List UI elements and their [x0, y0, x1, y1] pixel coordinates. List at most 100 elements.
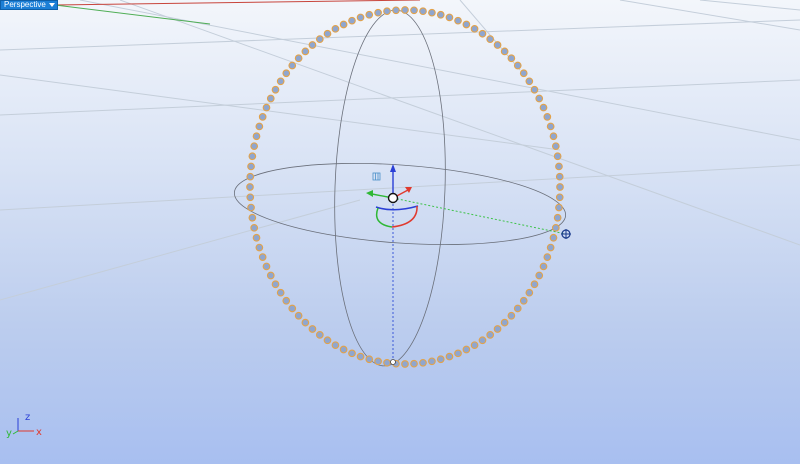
bead-sphere[interactable]	[308, 325, 317, 333]
bead-sphere[interactable]	[276, 288, 285, 297]
bead-sphere[interactable]	[315, 331, 324, 339]
bead-sphere[interactable]	[486, 35, 495, 43]
bead-sphere[interactable]	[525, 77, 534, 86]
bead-sphere[interactable]	[383, 358, 391, 367]
bead-sphere[interactable]	[258, 253, 267, 261]
bead-sphere[interactable]	[348, 16, 356, 25]
bead-sphere[interactable]	[331, 24, 340, 33]
viewport-title-tab[interactable]: Perspective	[0, 0, 58, 10]
bead-sphere[interactable]	[248, 152, 257, 161]
bead-sphere[interactable]	[535, 94, 544, 103]
bead-sphere[interactable]	[365, 10, 374, 19]
snap-target-icon[interactable]	[561, 229, 571, 239]
bead-sphere[interactable]	[462, 20, 471, 29]
gumball-x-arrowhead[interactable]	[405, 187, 412, 193]
bead-sphere[interactable]	[288, 61, 297, 70]
bead-sphere[interactable]	[470, 24, 479, 33]
bead-sphere[interactable]	[513, 304, 522, 313]
gumball-rotate-z-arc[interactable]	[375, 205, 419, 211]
bead-sphere[interactable]	[294, 54, 303, 63]
bead-sphere[interactable]	[478, 29, 487, 38]
bead-sphere[interactable]	[365, 355, 374, 364]
bead-sphere[interactable]	[436, 10, 445, 19]
bead-sphere[interactable]	[419, 358, 427, 367]
bead-sphere[interactable]	[500, 318, 509, 327]
bead-sphere[interactable]	[555, 162, 563, 171]
bead-sphere[interactable]	[555, 172, 564, 181]
bead-sphere[interactable]	[247, 162, 255, 171]
bead-sphere[interactable]	[525, 288, 534, 297]
scene-canvas[interactable]	[0, 0, 800, 464]
bead-sphere[interactable]	[454, 349, 462, 358]
bead-sphere[interactable]	[262, 103, 271, 112]
bead-sphere[interactable]	[348, 349, 356, 358]
viewport-menu-chevron-down-icon[interactable]	[48, 3, 55, 7]
bead-sphere[interactable]	[271, 280, 280, 289]
bead-sphere[interactable]	[339, 20, 348, 29]
bead-sphere[interactable]	[539, 262, 548, 271]
bead-sphere[interactable]	[436, 355, 445, 364]
bead-sphere[interactable]	[555, 203, 563, 212]
bead-sphere[interactable]	[553, 152, 562, 161]
bead-sphere[interactable]	[250, 142, 259, 151]
bead-sphere[interactable]	[428, 357, 436, 366]
bead-sphere[interactable]	[271, 85, 280, 94]
bead-sphere[interactable]	[246, 183, 254, 191]
gumball-y-arrowhead[interactable]	[366, 190, 373, 197]
bead-sphere[interactable]	[383, 7, 391, 16]
bead-sphere[interactable]	[246, 193, 255, 202]
bead-sphere[interactable]	[445, 352, 454, 361]
bead-sphere[interactable]	[250, 223, 259, 232]
bead-sphere[interactable]	[428, 8, 436, 17]
bead-sphere[interactable]	[323, 336, 332, 345]
bead-sphere[interactable]	[555, 193, 564, 202]
bead-sphere[interactable]	[374, 357, 382, 366]
bead-sphere[interactable]	[551, 142, 560, 151]
bead-sphere[interactable]	[410, 6, 418, 15]
gumball-menu-icon[interactable]	[372, 172, 381, 181]
bead-sphere[interactable]	[549, 233, 558, 242]
bead-sphere[interactable]	[470, 341, 479, 350]
bead-sphere[interactable]	[356, 352, 365, 361]
bead-sphere[interactable]	[493, 41, 502, 49]
bead-sphere[interactable]	[282, 296, 291, 305]
bead-sphere[interactable]	[454, 16, 462, 25]
bead-sphere[interactable]	[513, 61, 522, 70]
sphere-equator-ellipse[interactable]	[232, 154, 569, 255]
bottom-snap-point[interactable]	[390, 359, 396, 365]
bead-sphere[interactable]	[478, 336, 487, 345]
bead-sphere[interactable]	[401, 6, 409, 14]
bead-sphere[interactable]	[315, 35, 324, 43]
bead-sphere[interactable]	[546, 122, 555, 131]
gumball-widget[interactable]	[366, 164, 419, 228]
bead-sphere[interactable]	[252, 132, 261, 141]
bead-sphere[interactable]	[549, 132, 558, 141]
bead-sphere[interactable]	[252, 233, 261, 242]
bead-sphere[interactable]	[276, 77, 285, 86]
bead-sphere[interactable]	[288, 304, 297, 313]
gumball-center-handle[interactable]	[387, 192, 399, 204]
bead-sphere[interactable]	[419, 7, 427, 16]
bead-sphere[interactable]	[519, 296, 528, 305]
gumball-z-arrowhead[interactable]	[390, 164, 396, 172]
bead-sphere[interactable]	[530, 85, 539, 94]
bead-sphere[interactable]	[301, 318, 310, 327]
bead-sphere[interactable]	[445, 13, 454, 22]
perspective-viewport[interactable]: Perspective z x y	[0, 0, 800, 464]
bead-sphere[interactable]	[255, 122, 264, 131]
bead-sphere[interactable]	[282, 69, 291, 78]
bead-sphere[interactable]	[410, 359, 418, 368]
bead-sphere[interactable]	[356, 13, 365, 22]
bead-sphere[interactable]	[294, 311, 303, 320]
bead-sphere[interactable]	[374, 8, 382, 17]
bead-sphere[interactable]	[553, 213, 562, 222]
bead-sphere[interactable]	[539, 103, 548, 112]
bead-sphere[interactable]	[462, 345, 471, 354]
bead-sphere[interactable]	[262, 262, 271, 271]
bead-sphere[interactable]	[258, 113, 267, 121]
bead-sphere[interactable]	[486, 331, 495, 339]
bead-sphere[interactable]	[500, 47, 509, 56]
bead-sphere[interactable]	[255, 243, 264, 252]
bead-sphere[interactable]	[323, 29, 332, 38]
bead-sphere[interactable]	[401, 360, 409, 368]
